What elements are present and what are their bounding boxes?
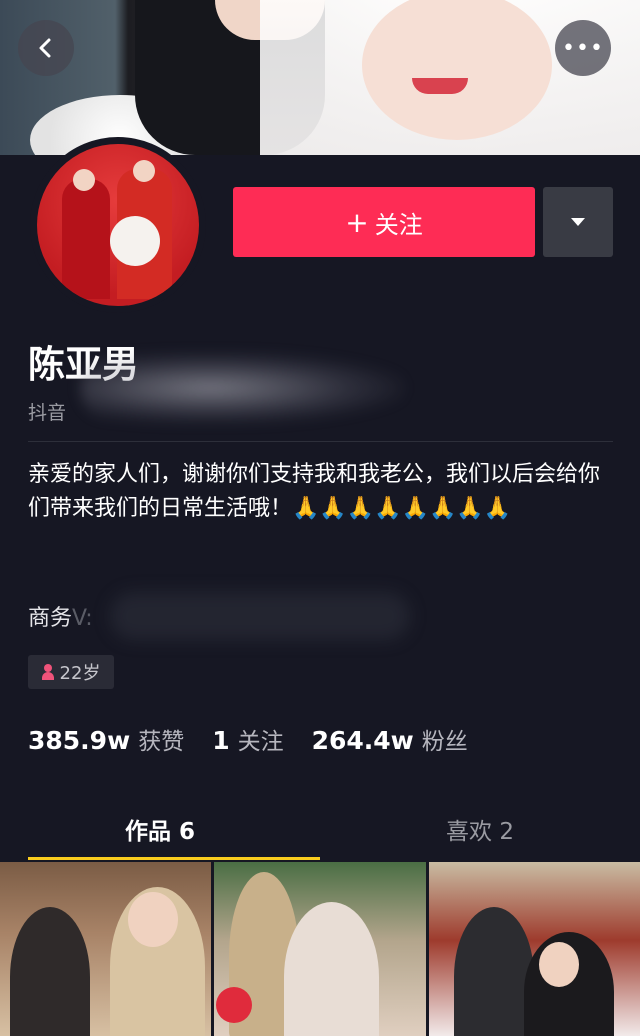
video-thumbnail[interactable] <box>0 862 212 1036</box>
age-badge: 22岁 <box>28 655 114 689</box>
stats-row: 385.9w 获赞 1 关注 264.4w 粉丝 <box>28 722 496 756</box>
business-label: 商务 <box>28 606 73 631</box>
business-v: V: <box>72 606 93 631</box>
stat-value: 385.9w <box>28 726 131 755</box>
thumb-figure <box>453 907 534 1036</box>
stat-followers[interactable]: 264.4w 粉丝 <box>312 722 468 756</box>
video-thumbnail[interactable] <box>214 862 426 1036</box>
avatar-image <box>37 144 199 306</box>
stat-following[interactable]: 1 关注 <box>212 722 283 756</box>
thumb-face <box>128 892 178 947</box>
age-label: 22岁 <box>59 663 101 684</box>
more-button[interactable]: ••• <box>555 20 611 76</box>
avatar-bride-face <box>73 169 95 191</box>
follow-button[interactable]: + 关注 <box>233 187 535 257</box>
stat-label: 关注 <box>237 729 284 755</box>
triangle-down-icon <box>571 218 585 226</box>
more-horizontal-icon: ••• <box>562 35 604 61</box>
douyin-id: 抖音 <box>28 402 67 424</box>
redacted-contact-blur <box>110 592 410 640</box>
tab-likes[interactable]: 喜欢 2 <box>320 800 640 858</box>
chevron-left-icon <box>39 38 51 58</box>
cover-photo <box>0 0 640 155</box>
divider <box>28 441 613 442</box>
redacted-id-blur <box>80 352 405 424</box>
avatar[interactable] <box>30 137 206 313</box>
avatar-bride <box>62 179 110 299</box>
bio-text: 亲爱的家人们，谢谢你们支持我和我老公，我们以后会给你们带来我们的日常生活哦！🙏🙏… <box>28 462 601 521</box>
stat-likes: 385.9w 获赞 <box>28 722 184 756</box>
plus-icon: + <box>345 205 369 239</box>
thumb-figure <box>284 902 380 1036</box>
thumb-figure <box>10 907 90 1036</box>
stat-value: 264.4w <box>311 726 414 755</box>
avatar-fan <box>110 216 160 266</box>
stat-label: 粉丝 <box>421 729 468 755</box>
thumb-face <box>538 942 579 987</box>
business-contact: 商务V: <box>28 600 93 632</box>
avatar-groom-face <box>133 160 155 182</box>
stat-value: 1 <box>212 726 230 755</box>
cover-smile <box>412 78 468 94</box>
follow-label: 关注 <box>374 210 423 239</box>
tab-works[interactable]: 作品 6 <box>0 800 320 858</box>
active-tab-indicator <box>28 857 320 860</box>
person-icon <box>41 664 54 680</box>
profile-tabs: 作品 6 喜欢 2 <box>0 800 640 862</box>
stat-label: 获赞 <box>138 729 185 755</box>
video-grid <box>0 862 640 1036</box>
video-thumbnail[interactable] <box>428 862 640 1036</box>
back-button[interactable] <box>18 20 74 76</box>
recommend-dropdown-button[interactable] <box>543 187 613 257</box>
